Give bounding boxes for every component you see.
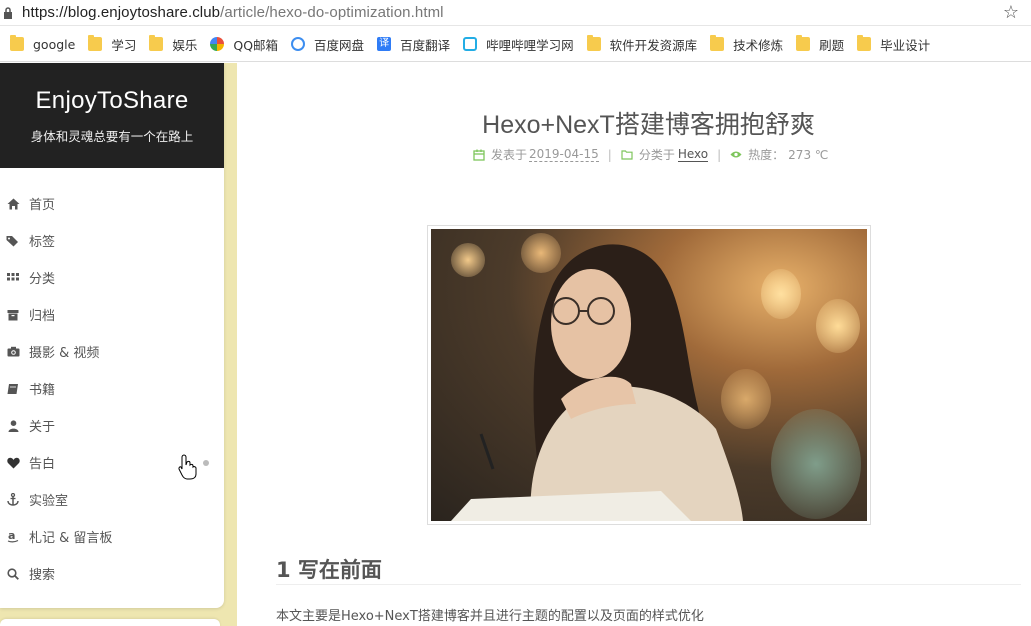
book-icon — [6, 382, 20, 396]
meta-divider: | — [607, 147, 612, 162]
bookmark-label: 娱乐 — [172, 37, 198, 53]
sidebar-item[interactable]: 归档 — [0, 296, 224, 333]
bookmark-label: 学习 — [111, 37, 137, 53]
sidebar-item[interactable]: 首页 — [0, 185, 224, 222]
bookmark-label: 软件开发资源库 — [609, 37, 698, 53]
eye-icon — [730, 149, 742, 161]
folder-icon — [710, 35, 725, 51]
sidebar-item[interactable]: 标签 — [0, 222, 224, 259]
bookmark-item[interactable]: QQ邮箱 — [210, 35, 278, 54]
sidebar-item-label: 分类 — [29, 272, 56, 287]
sidebar-item-label: 归档 — [29, 309, 56, 324]
sidebar-menu: 首页标签分类归档摄影 & 视频 书籍关于告白实验室 a 札记 & 留言板 搜索 — [0, 168, 224, 592]
post-header-image[interactable] — [427, 225, 871, 525]
folder-icon — [857, 35, 872, 51]
folder-icon — [796, 35, 811, 51]
site-subtitle: 身体和灵魂总要有一个在路上 — [30, 129, 194, 144]
calendar-icon — [473, 149, 485, 161]
home-icon — [6, 197, 20, 211]
amazon-icon: a — [6, 530, 20, 544]
bookmark-item[interactable]: google — [10, 35, 76, 52]
camera-icon — [6, 345, 20, 359]
sidebar-item[interactable]: 分类 — [0, 259, 224, 296]
address-bar[interactable]: https://blog.enjoytoshare.club/article/h… — [0, 0, 1031, 26]
bookmark-item[interactable]: 毕业设计 — [857, 35, 930, 54]
bookmark-label: 刷题 — [819, 37, 845, 53]
bookmark-star-icon[interactable]: ☆ — [1003, 2, 1019, 23]
bookmark-label: google — [33, 36, 76, 52]
post-title[interactable]: Hexo+NexT搭建博客拥抱舒爽 — [237, 105, 1031, 141]
baidu-pan-icon — [291, 37, 306, 51]
sidebar-item[interactable]: 关于 — [0, 407, 224, 444]
sidebar-item-label: 札记 & 留言板 — [29, 531, 113, 546]
portrait-figure — [451, 244, 743, 521]
folder-icon — [621, 149, 633, 161]
sidebar-item[interactable]: 书籍 — [0, 370, 224, 407]
bookmark-label: 哔哩哔哩学习网 — [486, 37, 574, 53]
site-brand: EnjoyToShare 身体和灵魂总要有一个在路上 — [0, 63, 224, 168]
bookmark-label: QQ邮箱 — [233, 37, 279, 53]
active-indicator-dot — [203, 460, 209, 466]
tags-icon — [6, 234, 20, 248]
grid-icon — [6, 271, 20, 285]
folder-icon — [586, 35, 601, 51]
bookmarks-bar: google 学习 娱乐 QQ邮箱 百度网盘译百度翻译 哔哩哔哩学习网 软件开发资源库 技术修… — [0, 27, 1031, 62]
category-label: 分类于 — [638, 148, 675, 162]
sidebar-item[interactable]: 搜索 — [0, 555, 224, 592]
svg-text:a: a — [8, 530, 15, 542]
bookmark-item[interactable]: 哔哩哔哩学习网 — [463, 35, 574, 54]
sidebar-item[interactable]: 实验室 — [0, 481, 224, 518]
sidebar-item-label: 标签 — [29, 235, 56, 250]
bookmark-item[interactable]: 学习 — [88, 35, 136, 54]
sidebar-item-label: 摄影 & 视频 — [29, 346, 100, 361]
search-icon — [6, 567, 20, 581]
sidebar-item-label: 关于 — [29, 420, 56, 435]
section-heading: 1 写在前面 — [276, 558, 382, 582]
sidebar-item-label: 首页 — [29, 198, 56, 213]
bookmark-label: 毕业设计 — [880, 37, 931, 53]
sidebar-item[interactable]: a 札记 & 留言板 — [0, 518, 224, 555]
bookmark-item[interactable]: 刷题 — [796, 35, 844, 54]
sidebar-item-label: 书籍 — [29, 383, 56, 398]
meta-divider: | — [717, 147, 722, 162]
bookmark-item[interactable]: 技术修炼 — [710, 35, 783, 54]
sidebar-widget-edge — [0, 619, 220, 626]
post-content: Hexo+NexT搭建博客拥抱舒爽 发表于 2019-04-15 | 分类于 H… — [237, 63, 1031, 626]
user-icon — [6, 419, 20, 433]
bookmark-item[interactable]: 娱乐 — [149, 35, 197, 54]
heading-underline — [276, 584, 1021, 585]
views-count: 273 ℃ — [788, 147, 829, 162]
intro-paragraph: 本文主要是Hexo+NexT搭建博客并且进行主题的配置以及页面的样式优化 — [276, 609, 704, 624]
post-photo — [431, 229, 867, 521]
hand-cursor-icon — [178, 454, 197, 480]
heart-icon — [6, 456, 20, 470]
posted-date[interactable]: 2019-04-15 — [529, 147, 599, 162]
posted-label: 发表于 — [491, 148, 528, 162]
views-label: 热度： — [748, 148, 785, 162]
sidebar-item[interactable]: 摄影 & 视频 — [0, 333, 224, 370]
anchor-icon — [6, 493, 20, 507]
bookmark-label: 百度网盘 — [314, 37, 365, 53]
category-link[interactable]: Hexo — [677, 147, 709, 162]
url-text[interactable]: https://blog.enjoytoshare.club/article/h… — [22, 4, 444, 21]
sidebar-item-label: 告白 — [29, 457, 56, 472]
bookmark-item[interactable]: 百度网盘 — [291, 35, 364, 54]
qq-mail-icon — [210, 37, 225, 51]
sidebar: EnjoyToShare 身体和灵魂总要有一个在路上 首页标签分类归档摄影 & … — [0, 63, 224, 608]
sidebar-item-label: 实验室 — [29, 494, 69, 509]
site-title[interactable]: EnjoyToShare — [0, 87, 224, 115]
bookmark-label: 技术修炼 — [733, 37, 784, 53]
bookmark-label: 百度翻译 — [400, 37, 451, 53]
bookmark-item[interactable]: 软件开发资源库 — [586, 35, 698, 54]
bilibili-icon — [463, 37, 478, 51]
post-meta: 发表于 2019-04-15 | 分类于 Hexo | 热度： 273 ℃ — [473, 146, 828, 163]
sidebar-item-label: 搜索 — [29, 568, 56, 583]
bookmark-item[interactable]: 译百度翻译 — [377, 35, 450, 54]
archive-icon — [6, 308, 20, 322]
folder-icon — [88, 35, 103, 51]
folder-icon — [10, 35, 24, 51]
lock-icon — [2, 6, 14, 19]
folder-icon — [149, 35, 164, 51]
baidu-translate-icon: 译 — [377, 37, 392, 51]
